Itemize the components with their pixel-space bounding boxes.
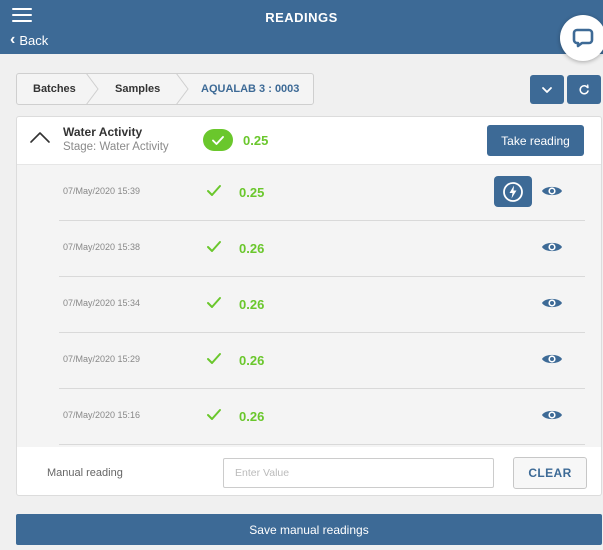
readings-list: 07/May/2020 15:39 0.25 07/May/2020 15:38… bbox=[17, 165, 601, 447]
top-bar: READINGS ‹ Back bbox=[0, 0, 603, 54]
flash-button[interactable] bbox=[494, 176, 532, 207]
eye-icon[interactable] bbox=[541, 407, 563, 423]
section-stage: Stage: Water Activity bbox=[63, 141, 169, 153]
back-label: Back bbox=[19, 32, 49, 48]
chevron-left-icon: ‹ bbox=[10, 31, 16, 48]
section-title: Water Activity bbox=[63, 125, 143, 139]
reading-value: 0.26 bbox=[239, 409, 265, 424]
breadcrumb-label: Samples bbox=[115, 83, 161, 95]
water-activity-card: Water Activity Stage: Water Activity 0.2… bbox=[16, 116, 602, 496]
check-icon bbox=[207, 353, 221, 364]
eye-icon[interactable] bbox=[541, 239, 563, 255]
check-icon bbox=[207, 185, 221, 196]
eye-icon[interactable] bbox=[541, 351, 563, 367]
reading-date: 07/May/2020 15:29 bbox=[63, 354, 141, 364]
save-manual-readings-button[interactable]: Save manual readings bbox=[16, 514, 602, 545]
reading-date: 07/May/2020 15:38 bbox=[63, 242, 141, 252]
dropdown-button[interactable] bbox=[530, 75, 564, 104]
breadcrumb-samples[interactable]: Samples bbox=[97, 73, 189, 105]
reading-row: 07/May/2020 15:39 0.25 bbox=[17, 165, 601, 221]
breadcrumb-label: AQUALAB 3 : 0003 bbox=[201, 83, 300, 95]
breadcrumb-current[interactable]: AQUALAB 3 : 0003 bbox=[187, 74, 313, 104]
reading-value: 0.25 bbox=[239, 185, 265, 200]
manual-reading-label: Manual reading bbox=[47, 467, 123, 479]
eye-icon[interactable] bbox=[541, 295, 563, 311]
reading-row: 07/May/2020 15:38 0.26 bbox=[17, 221, 601, 277]
chat-button[interactable] bbox=[560, 15, 603, 61]
reading-value: 0.26 bbox=[239, 297, 265, 312]
reading-date: 07/May/2020 15:39 bbox=[63, 186, 141, 196]
breadcrumb-batches[interactable]: Batches bbox=[17, 73, 99, 105]
manual-value-input[interactable] bbox=[223, 458, 494, 488]
card-header: Water Activity Stage: Water Activity 0.2… bbox=[17, 117, 601, 165]
status-badge bbox=[203, 129, 233, 151]
take-reading-button[interactable]: Take reading bbox=[487, 125, 584, 156]
check-icon bbox=[207, 409, 221, 420]
flash-icon bbox=[503, 181, 523, 202]
reading-value: 0.26 bbox=[239, 353, 265, 368]
reading-date: 07/May/2020 15:16 bbox=[63, 410, 141, 420]
check-icon bbox=[207, 297, 221, 308]
chevron-up-icon[interactable] bbox=[29, 130, 51, 144]
eye-icon[interactable] bbox=[541, 183, 563, 199]
check-icon bbox=[212, 135, 224, 145]
reading-date: 07/May/2020 15:34 bbox=[63, 298, 141, 308]
page-title: READINGS bbox=[265, 10, 338, 25]
current-value: 0.25 bbox=[243, 133, 269, 148]
reading-row: 07/May/2020 15:34 0.26 bbox=[17, 277, 601, 333]
check-icon bbox=[207, 241, 221, 252]
refresh-button[interactable] bbox=[567, 75, 601, 104]
chevron-down-icon bbox=[542, 86, 552, 93]
reading-value: 0.26 bbox=[239, 241, 265, 256]
breadcrumb-label: Batches bbox=[33, 83, 76, 95]
reading-row: 07/May/2020 15:29 0.26 bbox=[17, 333, 601, 389]
breadcrumb: Batches Samples AQUALAB 3 : 0003 bbox=[16, 73, 314, 105]
reading-row: 07/May/2020 15:16 0.26 bbox=[17, 389, 601, 445]
clear-button[interactable]: CLEAR bbox=[513, 457, 587, 489]
row-divider bbox=[59, 444, 585, 445]
back-button[interactable]: ‹ Back bbox=[10, 32, 48, 48]
refresh-icon bbox=[579, 83, 589, 94]
chat-icon bbox=[572, 28, 594, 48]
